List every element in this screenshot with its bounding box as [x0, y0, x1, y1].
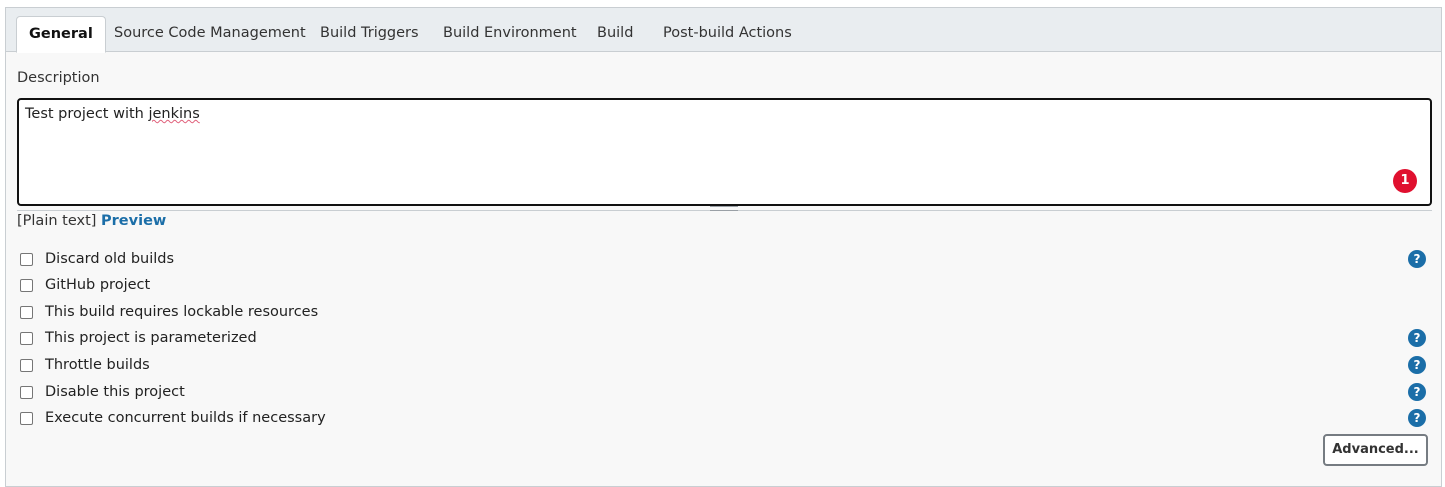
textarea-resize-handle[interactable]	[17, 206, 1432, 211]
option-github-project[interactable]: GitHub project	[20, 275, 150, 295]
option-label: Discard old builds	[45, 251, 175, 267]
format-row: [Plain text] Preview	[17, 213, 166, 229]
plain-text-label: [Plain text]	[17, 213, 97, 229]
checkbox[interactable]	[20, 331, 33, 345]
option-parameterized[interactable]: This project is parameterized	[20, 328, 257, 348]
tab-source-code-management[interactable]: Source Code Management	[102, 16, 318, 52]
option-label: GitHub project	[45, 277, 151, 293]
help-icon[interactable]: ?	[1408, 383, 1426, 401]
checkbox[interactable]	[20, 252, 33, 266]
grip-icon	[710, 206, 738, 211]
tab-post-build-actions[interactable]: Post-build Actions	[651, 16, 804, 52]
description-label: Description	[17, 70, 100, 86]
checkbox[interactable]	[20, 385, 33, 399]
help-icon[interactable]: ?	[1408, 329, 1426, 347]
option-label: This project is parameterized	[45, 330, 257, 346]
option-throttle-builds[interactable]: Throttle builds	[20, 355, 150, 375]
grammar-badge[interactable]: 1	[1393, 169, 1417, 193]
option-concurrent-builds[interactable]: Execute concurrent builds if necessary	[20, 408, 326, 428]
advanced-button[interactable]: Advanced...	[1323, 434, 1428, 466]
checkbox[interactable]	[20, 305, 33, 319]
preview-link[interactable]: Preview	[101, 213, 166, 229]
help-icon[interactable]: ?	[1408, 409, 1426, 427]
description-textarea[interactable]: Test project with jenkins 1	[17, 98, 1432, 206]
tab-bar: General Source Code Management Build Tri…	[6, 8, 1441, 53]
option-label: Execute concurrent builds if necessary	[45, 410, 326, 426]
option-lockable-resources[interactable]: This build requires lockable resources	[20, 302, 318, 322]
tab-general[interactable]: General	[16, 16, 106, 53]
tab-build-triggers[interactable]: Build Triggers	[308, 16, 431, 52]
misspelled-word: jenkins	[148, 106, 200, 122]
option-disable-project[interactable]: Disable this project	[20, 382, 185, 402]
description-value: Test project with jenkins	[25, 106, 200, 122]
tab-build[interactable]: Build	[585, 16, 645, 52]
checkbox[interactable]	[20, 358, 33, 372]
option-label: Throttle builds	[45, 357, 150, 373]
config-panel: General Source Code Management Build Tri…	[5, 7, 1442, 487]
help-icon[interactable]: ?	[1408, 250, 1426, 268]
tab-build-environment[interactable]: Build Environment	[431, 16, 589, 52]
checkbox[interactable]	[20, 278, 33, 292]
option-label: Disable this project	[45, 384, 185, 400]
checkbox[interactable]	[20, 411, 33, 425]
option-discard-old-builds[interactable]: Discard old builds	[20, 249, 174, 269]
help-icon[interactable]: ?	[1408, 356, 1426, 374]
option-label: This build requires lockable resources	[45, 304, 319, 320]
